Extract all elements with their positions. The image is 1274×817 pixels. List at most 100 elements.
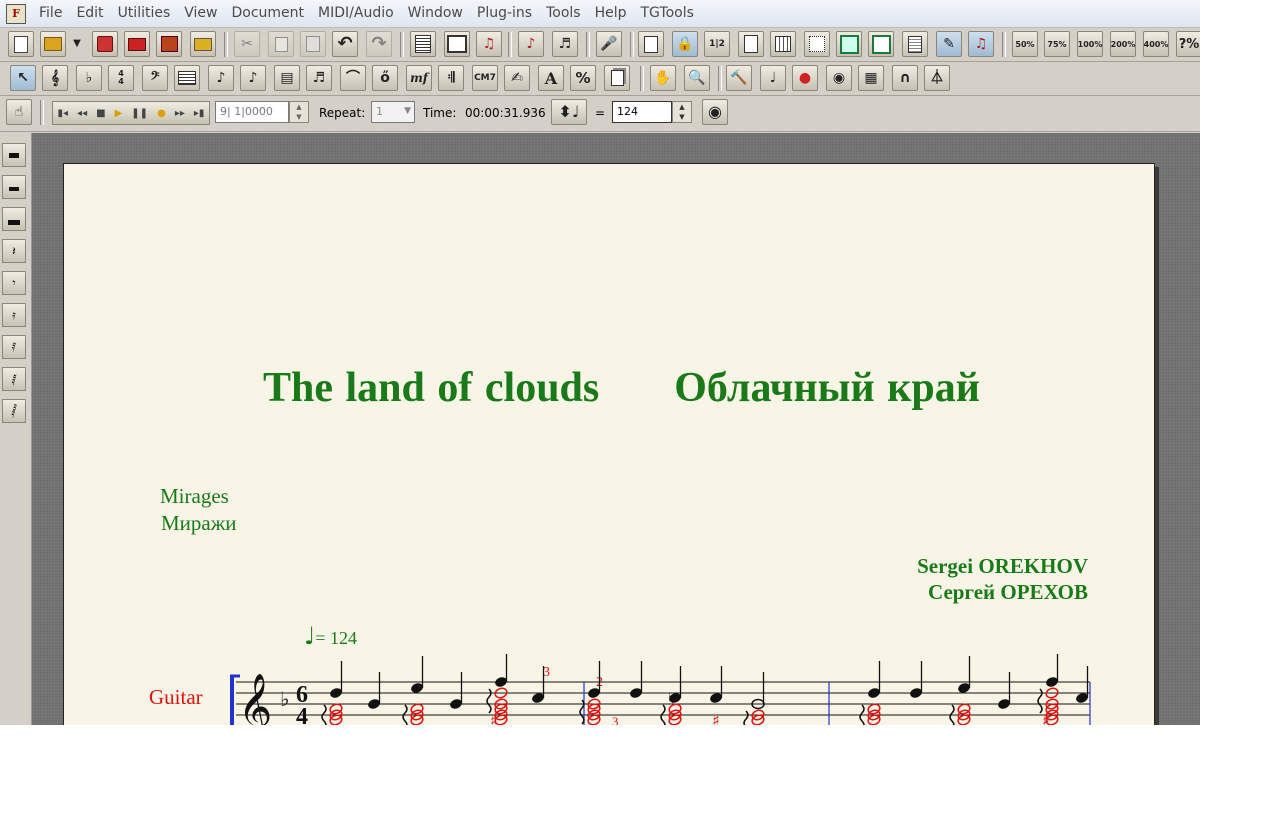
zoom-50-button[interactable]: 50% [1012, 31, 1038, 57]
menu-tools[interactable]: Tools [539, 0, 588, 27]
thirtysecond-rest-button[interactable]: 𝅀 [2, 335, 26, 359]
instrument-name[interactable]: Guitar [149, 685, 203, 710]
tempo-marking[interactable]: ♩= 124 [304, 622, 357, 650]
repeat-tool[interactable]: 𝄇 [438, 65, 464, 91]
staff-notes-button[interactable]: ♫ [968, 31, 994, 57]
measure-counter-field[interactable]: 9| 1|0000 [215, 101, 289, 123]
print-button[interactable] [124, 31, 150, 57]
forward-end-icon[interactable]: ▸▮ [194, 108, 205, 119]
menu-utilities[interactable]: Utilities [111, 0, 178, 27]
measure-number-button[interactable]: 1|2 [704, 31, 730, 57]
open-button[interactable] [40, 31, 66, 57]
half-rest-button[interactable] [2, 175, 26, 199]
quarter-rest-button[interactable]: 𝄽 [2, 239, 26, 263]
page-layout-tool[interactable] [604, 65, 630, 91]
menu-file[interactable]: File [32, 0, 69, 27]
whole-rest-button[interactable] [2, 143, 26, 167]
menu-view[interactable]: View [177, 0, 224, 27]
redo-button[interactable]: ↷ [366, 31, 392, 57]
microphone-button[interactable]: 🎤 [596, 31, 622, 57]
record-icon[interactable]: ● [157, 108, 166, 119]
sixtyfourth-rest-button[interactable]: 𝅁 [2, 367, 26, 391]
menu-help[interactable]: Help [588, 0, 634, 27]
speedy-entry-tool[interactable]: ♪ [240, 65, 266, 91]
lyrics-tool[interactable]: ✍ [504, 65, 530, 91]
speedy-entry-button[interactable]: ♬ [552, 31, 578, 57]
menu-tgtools[interactable]: TGTools [634, 0, 701, 27]
library-button[interactable] [190, 31, 216, 57]
smart-shape-tool[interactable]: ⌒ [340, 65, 366, 91]
zoom-75-button[interactable]: 75% [1044, 31, 1070, 57]
play-icon[interactable]: ▶ [115, 108, 123, 119]
open-dropdown-button[interactable]: ▼ [68, 31, 86, 57]
ossia-tool[interactable]: ∩ [892, 65, 918, 91]
rewind-start-icon[interactable]: ▮◂ [58, 108, 69, 119]
chord-tool[interactable]: CM7 [472, 65, 498, 91]
scroll-view-button[interactable] [410, 31, 436, 57]
text-tool[interactable]: A [538, 65, 564, 91]
menu-midi-audio[interactable]: MIDI/Audio [311, 0, 401, 27]
subtitle-russian[interactable]: Миражи [161, 511, 236, 536]
app-icon[interactable]: F [6, 3, 26, 24]
clef-tool[interactable]: 𝄢 [142, 65, 168, 91]
composer-russian[interactable]: Сергей ОРЕХОВ [928, 580, 1088, 605]
zoom-200-button[interactable]: 200% [1110, 31, 1136, 57]
tempo-unit-button[interactable]: ⬍♩ [551, 99, 587, 125]
edit-page-button[interactable]: ✎ [936, 31, 962, 57]
score-title[interactable]: The land of clouds Облачный край [263, 364, 980, 412]
midi-tool[interactable]: ◉ [826, 65, 852, 91]
eighth-rest-button[interactable]: 𝄾 [2, 271, 26, 295]
score-page[interactable]: The land of clouds Облачный край Mirages… [63, 163, 1155, 725]
special-tools[interactable]: 🔨 [726, 65, 752, 91]
staff-frame-button[interactable] [868, 31, 894, 57]
stop-icon[interactable]: ■ [96, 108, 105, 119]
show-guides-button[interactable] [804, 31, 830, 57]
speaker-button[interactable]: ◉ [702, 99, 728, 125]
mirror-tool[interactable]: ● [792, 65, 818, 91]
new-document-button[interactable] [8, 31, 34, 57]
articulation-tool[interactable]: ő [372, 65, 398, 91]
pause-icon[interactable]: ❚❚ [131, 108, 148, 119]
selection-tool[interactable]: ↖ [10, 65, 36, 91]
repeat-select[interactable]: 1 ▼ [371, 101, 415, 123]
paste-button[interactable] [300, 31, 326, 57]
frame-button[interactable] [836, 31, 862, 57]
library-book-button[interactable] [156, 31, 182, 57]
zoom-tool[interactable]: 🔍 [684, 65, 710, 91]
save-button[interactable] [92, 31, 118, 57]
hundredtwentyeighth-rest-button[interactable]: 𝅂 [2, 399, 26, 423]
counter-spinner[interactable]: ▲ ▼ [289, 101, 309, 123]
hand-grabber-tool[interactable]: ✋ [650, 65, 676, 91]
playback-controls-button[interactable]: ♪ [518, 31, 544, 57]
time-signature-tool[interactable]: 44 [108, 65, 134, 91]
copy-button[interactable] [268, 31, 294, 57]
lock-button[interactable]: 🔒 [672, 31, 698, 57]
subtitle-english[interactable]: Mirages [160, 484, 229, 509]
studio-view-button[interactable]: ♫ [476, 31, 502, 57]
composer-english[interactable]: Sergei OREKHOV [917, 554, 1088, 579]
resize-tool[interactable]: % [570, 65, 596, 91]
menu-plug-ins[interactable]: Plug-ins [470, 0, 539, 27]
page-view-button[interactable] [444, 31, 470, 57]
staff-tool[interactable]: 𝄞 [42, 65, 68, 91]
simple-entry-tool[interactable]: ♪ [208, 65, 234, 91]
page-text-button[interactable] [902, 31, 928, 57]
zoom-400-button[interactable]: 400% [1143, 31, 1169, 57]
undo-button[interactable]: ↶ [332, 31, 358, 57]
step-back-icon[interactable]: ◂◂ [77, 108, 87, 119]
tempo-spinner[interactable]: ▲ ▼ [672, 101, 692, 123]
note-mover-tool[interactable]: ♩ [760, 65, 786, 91]
cut-button[interactable]: ✂ [234, 31, 260, 57]
tempo-tool[interactable]: ⏃ [924, 65, 950, 91]
hand-play-button[interactable]: ☝ [6, 99, 32, 125]
tuplet-tool[interactable]: ♬ [306, 65, 332, 91]
zoom-100-button[interactable]: 100% [1077, 31, 1103, 57]
tempo-input[interactable]: 124 [612, 101, 672, 123]
key-signature-tool[interactable]: ♭ [76, 65, 102, 91]
page-layout-button[interactable] [738, 31, 764, 57]
guitar-staff[interactable]: 𝄞 ♭ 6 4 3 2 3 4 ♯♯♯♮ [224, 654, 1094, 725]
sixteenth-rest-button[interactable]: 𝄿 [2, 303, 26, 327]
layout-page-button[interactable] [638, 31, 664, 57]
hyperscribe-tool[interactable]: ▤ [274, 65, 300, 91]
graphics-tool[interactable]: ▦ [858, 65, 884, 91]
